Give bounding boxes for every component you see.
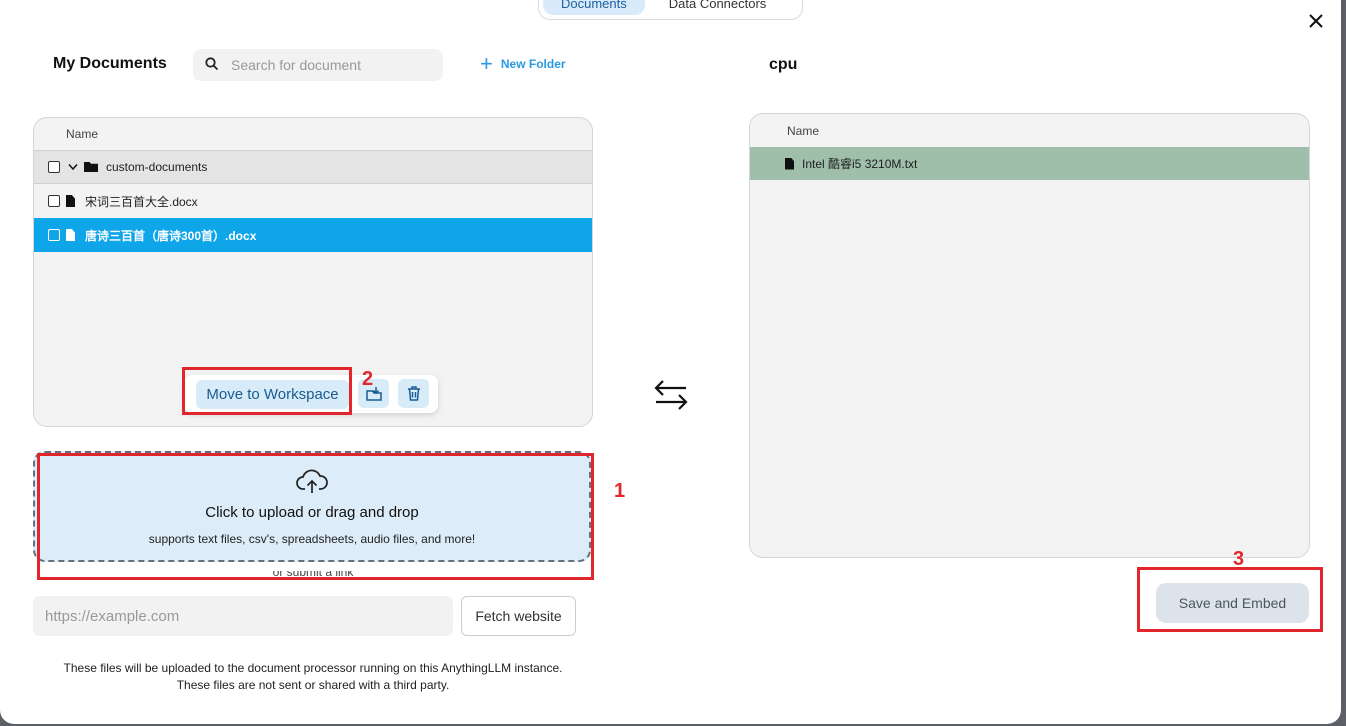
row-checkbox[interactable]	[48, 229, 60, 241]
upload-modal: Documents Data Connectors My Documents +…	[0, 0, 1341, 724]
row-checkbox[interactable]	[48, 195, 60, 207]
workspace-documents-panel: Name Intel 酷睿i5 3210M.txt	[749, 113, 1310, 558]
file-name: 唐诗三百首（唐诗300首）.docx	[85, 228, 257, 243]
file-name: 宋词三百首大全.docx	[85, 194, 198, 209]
search-input[interactable]	[229, 56, 433, 74]
new-folder-label: New Folder	[500, 57, 566, 71]
tab-data-connectors[interactable]: Data Connectors	[651, 0, 785, 15]
privacy-note-line1: These files will be uploaded to the docu…	[63, 661, 563, 675]
file-row-selected[interactable]: 唐诗三百首（唐诗300首）.docx	[34, 218, 592, 252]
folder-row[interactable]: custom-documents	[34, 150, 592, 184]
new-folder-button[interactable]: + New Folder	[480, 51, 566, 76]
annotation-box-1	[37, 453, 594, 580]
row-checkbox[interactable]	[48, 161, 60, 173]
name-column-header: Name	[66, 127, 99, 141]
file-icon	[785, 157, 794, 170]
folder-name: custom-documents	[106, 160, 208, 174]
trash-icon[interactable]	[398, 379, 429, 408]
search-box[interactable]	[193, 49, 443, 81]
chevron-down-icon[interactable]	[68, 160, 78, 174]
folder-icon	[84, 162, 98, 172]
workspace-title: cpu	[769, 56, 798, 73]
file-row[interactable]: 宋词三百首大全.docx	[34, 184, 592, 218]
url-input[interactable]	[43, 607, 447, 626]
file-icon	[66, 195, 75, 207]
tab-documents[interactable]: Documents	[543, 0, 645, 15]
privacy-note-line2: These files are not sent or shared with …	[176, 678, 450, 692]
name-column-header: Name	[787, 123, 820, 138]
my-documents-title: My Documents	[53, 55, 167, 72]
annotation-box-3	[1137, 567, 1323, 632]
annotation-number-3: 3	[1233, 548, 1245, 570]
workspace-file-row[interactable]: Intel 酷睿i5 3210M.txt	[750, 147, 1309, 180]
close-icon[interactable]	[1303, 8, 1329, 34]
annotation-number-2: 2	[362, 368, 374, 390]
annotation-box-2	[182, 367, 352, 415]
file-icon	[66, 229, 75, 241]
fetch-website-button[interactable]: Fetch website	[461, 596, 576, 636]
annotation-number-1: 1	[614, 480, 626, 502]
transfer-arrows-icon	[653, 378, 689, 417]
url-input-box[interactable]	[33, 596, 453, 636]
search-icon	[205, 57, 219, 76]
file-name: Intel 酷睿i5 3210M.txt	[802, 157, 918, 171]
tab-bar: Documents Data Connectors	[538, 0, 803, 20]
plus-icon: +	[480, 51, 493, 76]
